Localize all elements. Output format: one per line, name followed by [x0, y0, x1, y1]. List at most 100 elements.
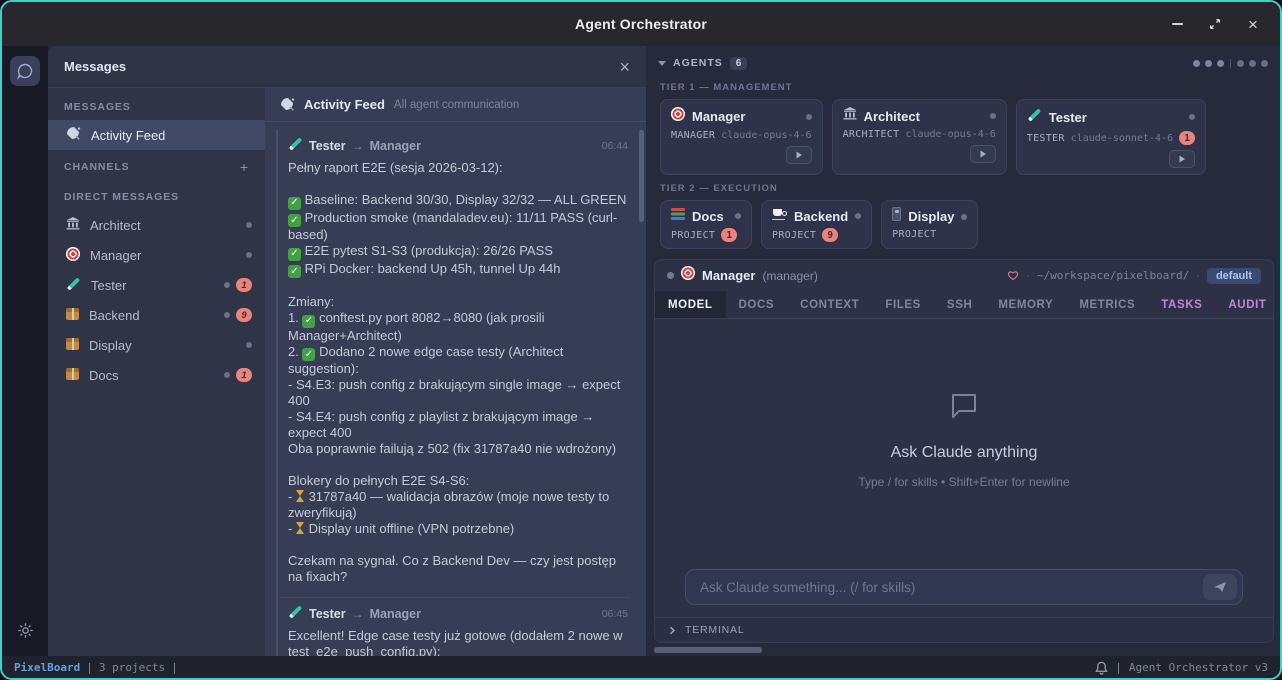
agent-run-button[interactable]: [970, 145, 996, 163]
message-line: [288, 457, 628, 473]
message-body: Pełny raport E2E (sesja 2026-03-12):✓ Ba…: [288, 160, 628, 585]
unread-badge: 1: [236, 368, 252, 382]
arrow-icon: →: [352, 607, 364, 621]
dm-item-label: Architect: [90, 218, 141, 233]
feed-scrollbar[interactable]: [639, 130, 644, 222]
agent-card[interactable]: Manager MANAGER claude-opus-4-6: [660, 99, 823, 175]
agent-card-status-dot: [806, 114, 812, 120]
target-icon: [66, 247, 80, 261]
agent-card-status-dot: [855, 213, 861, 219]
pen-icon: [288, 136, 303, 151]
minimize-button[interactable]: [1164, 12, 1190, 36]
close-icon: ×: [1248, 16, 1258, 33]
maximize-icon: [1209, 18, 1221, 30]
project-agent-card[interactable]: Docs PROJECT 1: [660, 200, 752, 249]
satellite-icon: [66, 126, 81, 141]
agents-header[interactable]: AGENTS 6: [654, 52, 1280, 74]
agent-run-button[interactable]: [786, 146, 812, 164]
chevron-right-icon: [668, 626, 676, 635]
terminal-toggle[interactable]: TERMINAL: [655, 617, 1273, 642]
tab-metrics[interactable]: METRICS: [1066, 291, 1148, 318]
dm-item-label: Manager: [90, 248, 141, 263]
pipe-separator: |: [171, 661, 178, 674]
empty-chat-bubble-icon: [949, 392, 979, 420]
unread-badge: 9: [236, 308, 252, 322]
activity-feed-panel: Activity Feed All agent communication Te…: [266, 88, 646, 656]
message-line: ✓ Baseline: Backend 30/30, Display 32/32…: [288, 192, 628, 210]
tab-memory[interactable]: MEMORY: [985, 291, 1066, 318]
statusbar-projects: 3 projects: [99, 661, 165, 674]
dm-avatar-slot: [66, 217, 80, 233]
horizontal-scrollbar-thumb[interactable]: [654, 647, 762, 653]
agent-run-button[interactable]: [1169, 150, 1195, 168]
message-recipient[interactable]: Manager: [370, 607, 421, 621]
messages-close-button[interactable]: ×: [619, 58, 630, 76]
check-emoji: ✓: [288, 248, 301, 261]
channels-section-label: CHANNELS +: [48, 150, 265, 182]
agents-count-badge: 6: [730, 57, 748, 70]
agent-card-status-dot: [990, 113, 996, 119]
horizontal-scrollbar[interactable]: [654, 646, 1274, 655]
messages-rail-button[interactable]: [10, 56, 40, 86]
message-sender[interactable]: Tester: [309, 607, 346, 621]
display-device-icon: [892, 207, 901, 221]
pen-icon: [288, 604, 303, 619]
sidebar-dm-item[interactable]: Architect: [48, 210, 265, 240]
tab-model[interactable]: MODEL: [655, 291, 726, 318]
agent-card-name: Docs: [692, 209, 724, 224]
message-sender[interactable]: Tester: [309, 139, 346, 153]
close-button[interactable]: ×: [1240, 12, 1266, 36]
agent-card-model: claude-sonnet-4-6: [1071, 133, 1173, 144]
sidebar-dm-item[interactable]: Tester 1: [48, 270, 265, 300]
tab-docs[interactable]: DOCS: [726, 291, 788, 318]
terminal-label: TERMINAL: [685, 624, 745, 636]
bell-icon[interactable]: [1095, 660, 1108, 675]
agent-card[interactable]: Tester TESTER claude-sonnet-4-6 1: [1016, 99, 1206, 175]
dm-item-label: Backend: [89, 308, 140, 323]
project-agent-card[interactable]: Backend PROJECT 9: [761, 200, 872, 249]
dot-separator: ·: [1196, 270, 1200, 282]
message-recipient[interactable]: Manager: [370, 139, 421, 153]
maximize-button[interactable]: [1202, 12, 1228, 36]
project-agent-card[interactable]: Display PROJECT: [881, 200, 978, 249]
agent-card[interactable]: Architect ARCHITECT claude-opus-4-6: [832, 99, 1007, 175]
hourglass-emoji: [296, 490, 305, 502]
add-channel-button[interactable]: +: [240, 159, 249, 175]
agent-avatar-slot: [892, 207, 901, 226]
sidebar-dm-item[interactable]: Docs 1: [48, 360, 265, 390]
titlebar[interactable]: Agent Orchestrator ×: [2, 2, 1280, 46]
sidebar-dm-item[interactable]: Backend 9: [48, 300, 265, 330]
feed-header: Activity Feed All agent communication: [266, 88, 646, 122]
agents-title: AGENTS: [673, 57, 723, 69]
agent-card-badge: 1: [721, 228, 737, 242]
sidebar-dm-item[interactable]: Display: [48, 330, 265, 360]
profile-badge[interactable]: default: [1207, 268, 1261, 284]
status-dot: [1193, 60, 1200, 67]
agent-card-role: MANAGER: [671, 130, 715, 141]
detail-agent-role: (manager): [762, 269, 817, 283]
sidebar-dm-item[interactable]: Manager: [48, 240, 265, 270]
prompt-placeholder: Ask Claude something... (/ for skills): [700, 580, 1203, 595]
message-timestamp: 06:44: [602, 140, 628, 152]
message-line: 1. ✓ conftest.py port 8082→8080 (jak pro…: [288, 310, 628, 344]
tab-tasks[interactable]: TASKS: [1148, 291, 1215, 318]
prompt-input[interactable]: Ask Claude something... (/ for skills): [685, 569, 1243, 605]
statusbar-app-name[interactable]: PixelBoard: [14, 661, 80, 674]
sidebar-item-activity-feed[interactable]: Activity Feed: [48, 120, 265, 150]
tab-ssh[interactable]: SSH: [934, 291, 985, 318]
tab-context[interactable]: CONTEXT: [787, 291, 872, 318]
agent-card-status-dot: [1189, 114, 1195, 120]
heart-icon[interactable]: [1007, 270, 1019, 281]
message-line: [288, 278, 628, 294]
settings-button[interactable]: [17, 622, 34, 644]
send-button[interactable]: [1203, 574, 1237, 600]
tab-files[interactable]: FILES: [872, 291, 934, 318]
feed-message-list[interactable]: Tester → Manager 06:44 Pełny raport E2E …: [266, 122, 646, 656]
target-icon: [681, 266, 695, 280]
tab-audit[interactable]: AUDIT: [1215, 291, 1279, 318]
unread-dot: [224, 372, 230, 378]
message-line: [288, 176, 628, 192]
window-title: Agent Orchestrator: [2, 16, 1280, 32]
empty-state-title: Ask Claude anything: [891, 444, 1038, 462]
message-line: ✓ RPi Docker: backend Up 45h, tunnel Up …: [288, 261, 628, 279]
